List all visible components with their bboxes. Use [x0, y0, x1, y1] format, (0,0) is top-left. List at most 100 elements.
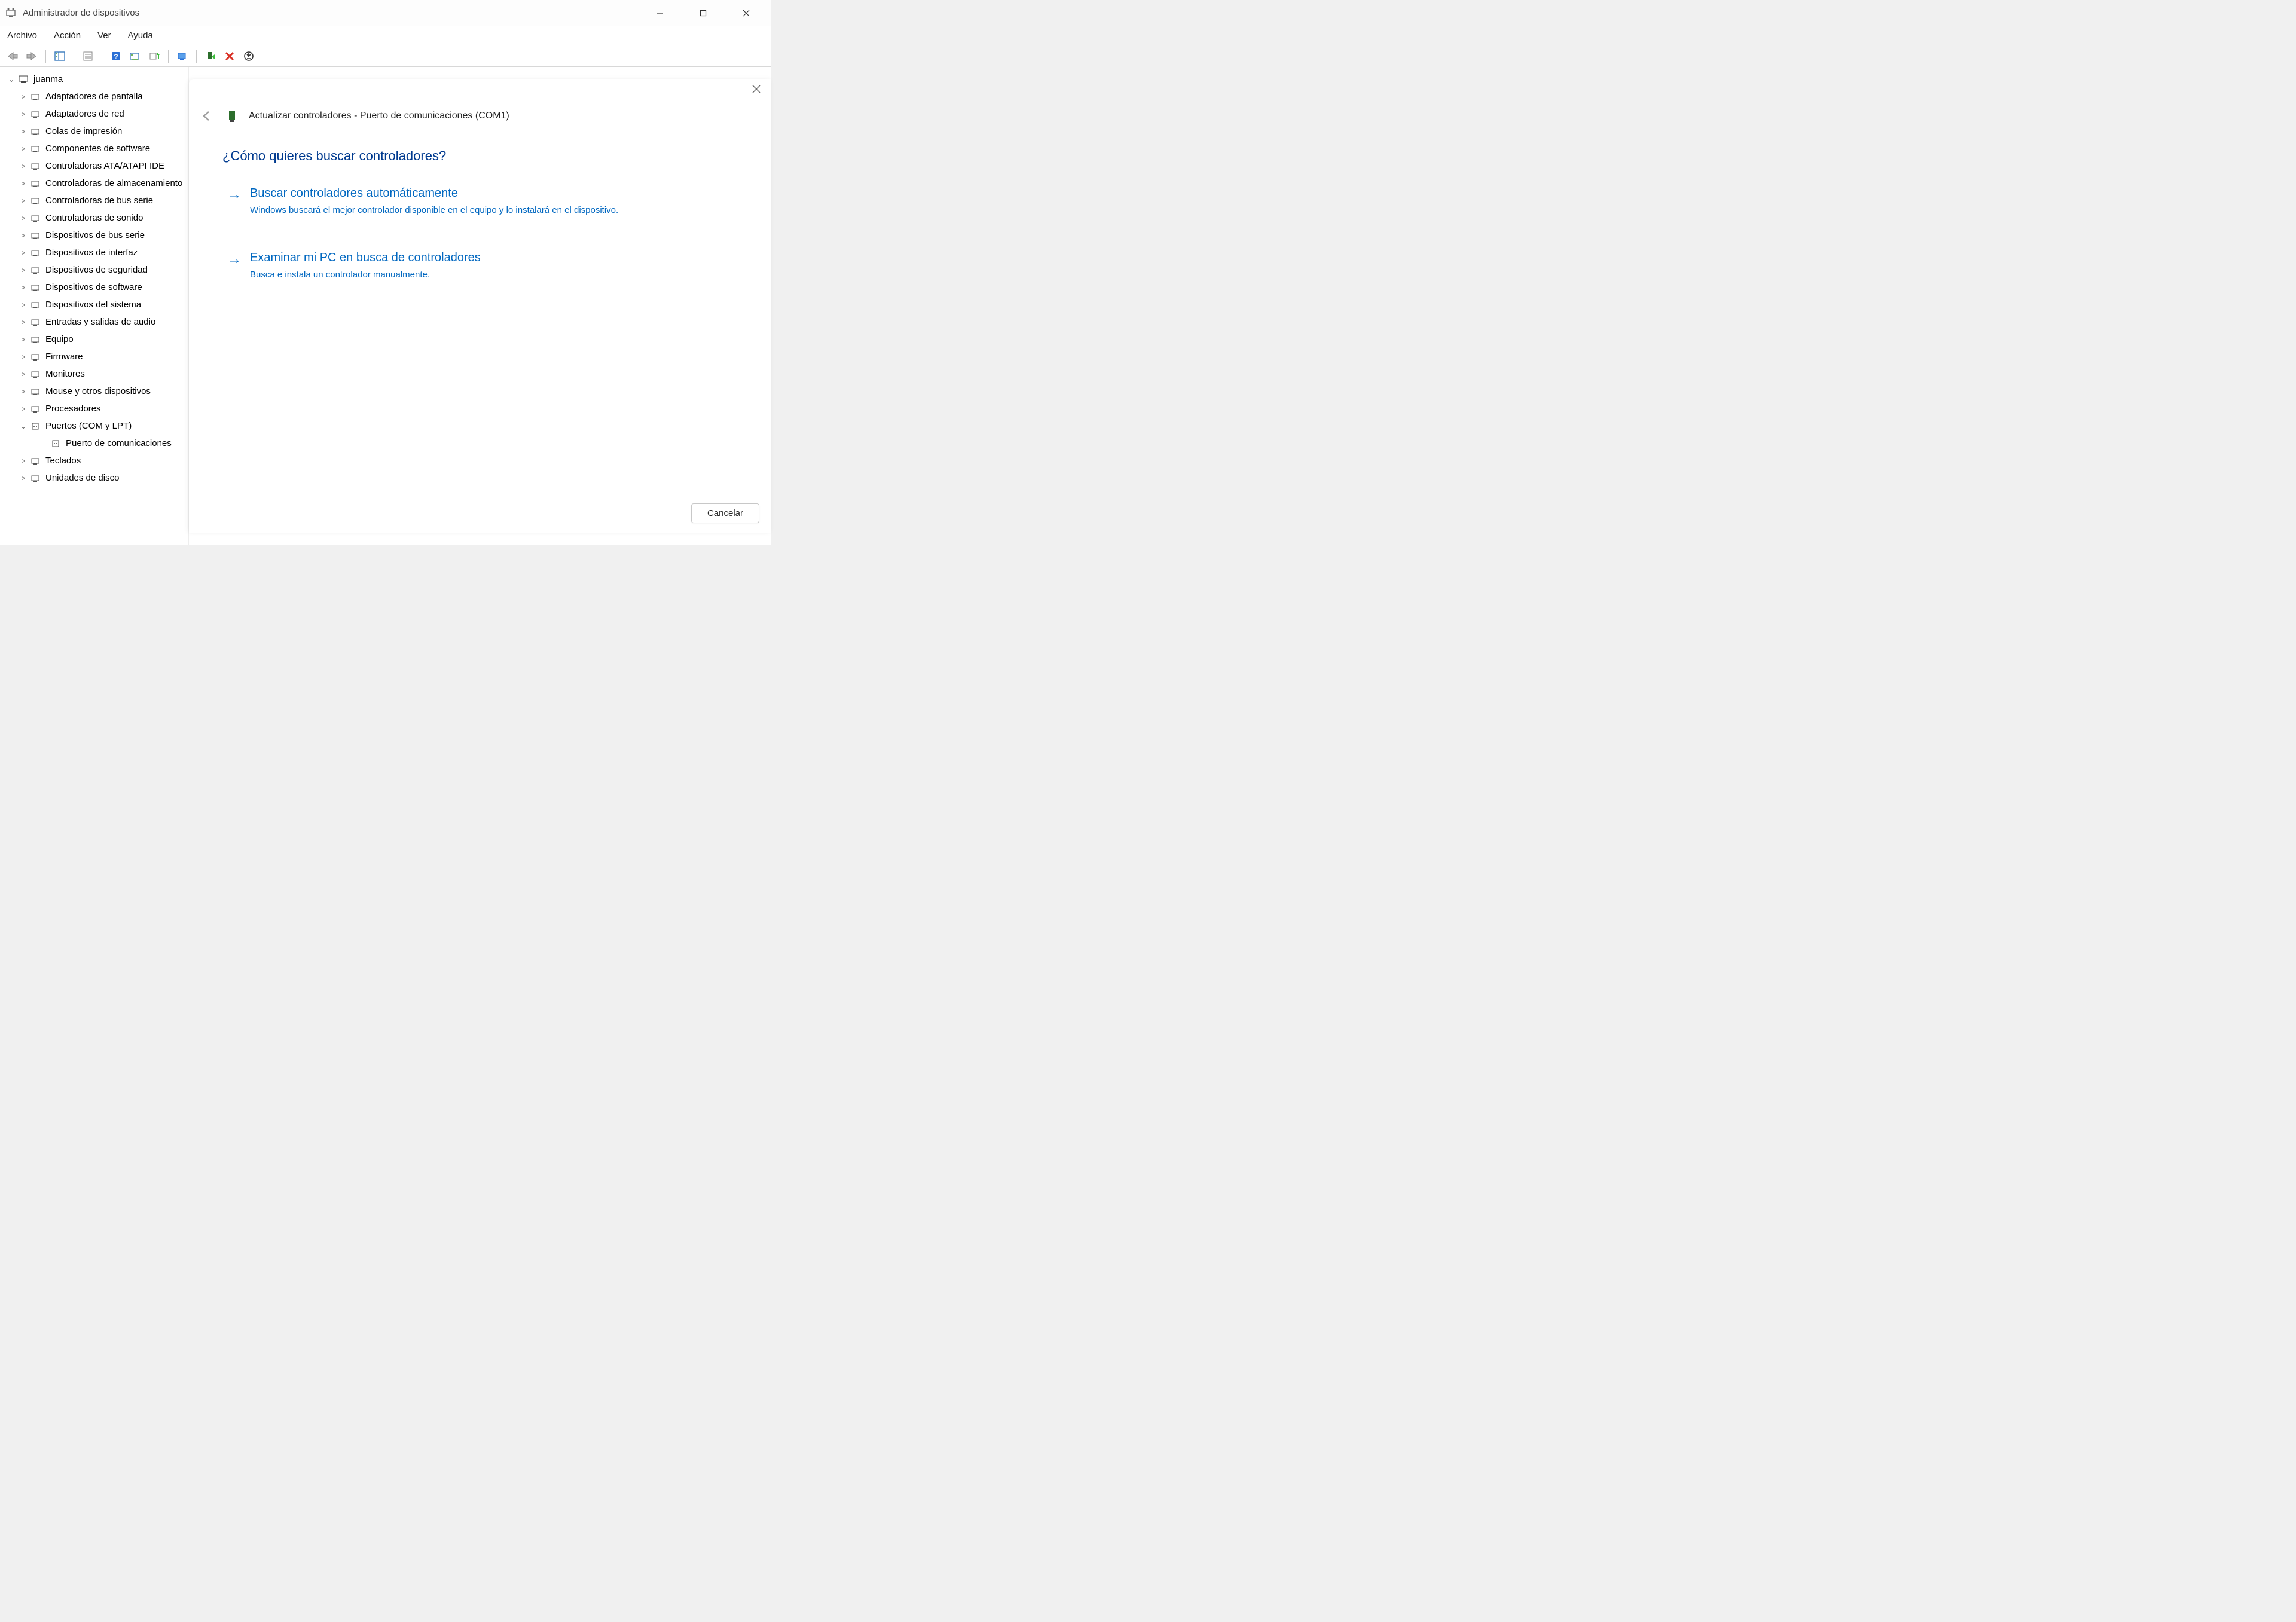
tree-item-label: Adaptadores de red [45, 109, 124, 119]
tree-item[interactable]: >Controladoras ATA/ATAPI IDE [4, 157, 188, 175]
tree-item[interactable]: > Controladoras de sonido [4, 209, 188, 227]
nav-back-button[interactable] [5, 48, 20, 64]
chevron-right-icon[interactable]: > [18, 179, 29, 188]
chevron-right-icon[interactable]: > [18, 214, 29, 222]
chevron-down-icon[interactable]: ⌄ [18, 422, 29, 430]
menu-ayuda[interactable]: Ayuda [128, 30, 153, 41]
menu-archivo[interactable]: Archivo [7, 30, 37, 41]
show-hide-tree-button[interactable] [52, 48, 68, 64]
tree-item-label: Mouse y otros dispositivos [45, 386, 151, 396]
chevron-right-icon[interactable]: > [18, 405, 29, 413]
install-driver-button[interactable] [203, 48, 218, 64]
tree-item-label: Puertos (COM y LPT) [45, 421, 132, 431]
update-driver-button[interactable] [146, 48, 162, 64]
option-title: Buscar controladores automáticamente [250, 187, 618, 200]
tree-item-label: Teclados [45, 456, 81, 466]
tree-item[interactable]: >Componentes de software [4, 140, 188, 157]
chevron-right-icon[interactable]: > [18, 93, 29, 101]
device-icon [226, 109, 238, 123]
tree-item[interactable]: >Adaptadores de pantalla [4, 88, 188, 105]
update-driver-dialog: Actualizar controladores - Puerto de com… [189, 79, 771, 533]
dialog-footer: Cancelar [691, 503, 759, 523]
tree-item[interactable]: > Teclados [4, 452, 188, 469]
option-description: Busca e instala un controlador manualmen… [250, 268, 481, 281]
chevron-right-icon[interactable]: > [18, 110, 29, 118]
chevron-right-icon[interactable]: > [18, 145, 29, 153]
chevron-right-icon[interactable]: > [18, 353, 29, 361]
dialog-back-button[interactable] [199, 108, 215, 124]
nav-forward-button[interactable] [24, 48, 39, 64]
chevron-right-icon[interactable]: > [18, 474, 29, 482]
enable-device-button[interactable] [175, 48, 190, 64]
chevron-right-icon[interactable]: > [18, 197, 29, 205]
minimize-button[interactable] [647, 4, 673, 22]
chevron-right-icon[interactable]: > [18, 301, 29, 309]
chevron-right-icon[interactable]: > [18, 162, 29, 170]
disable-device-button[interactable] [241, 48, 257, 64]
tree-item[interactable]: > Mouse y otros dispositivos [4, 383, 188, 400]
chevron-right-icon[interactable]: > [18, 370, 29, 378]
chevron-right-icon[interactable]: > [18, 249, 29, 257]
device-category-icon [29, 316, 42, 329]
device-tree[interactable]: ⌄ juanma >Adaptadores de pantalla>Adapta… [0, 67, 189, 545]
tree-item[interactable]: >Procesadores [4, 400, 188, 417]
toolbar: ? [0, 45, 771, 67]
device-category-icon [29, 350, 42, 364]
chevron-down-icon[interactable]: ⌄ [6, 75, 17, 84]
chevron-right-icon[interactable]: > [18, 318, 29, 326]
device-category-icon [29, 194, 42, 207]
option-search-automatically[interactable]: → Buscar controladores automáticamente W… [222, 187, 750, 216]
tree-item[interactable]: >Dispositivos de interfaz [4, 244, 188, 261]
tree-item[interactable]: >Monitores [4, 365, 188, 383]
tree-item-label: Controladoras de almacenamiento [45, 178, 182, 188]
device-category-icon [29, 368, 42, 381]
tree-item[interactable]: > Colas de impresión [4, 123, 188, 140]
cancel-button[interactable]: Cancelar [691, 503, 759, 523]
tree-item-port-child[interactable]: > Puerto de comunicaciones [4, 435, 188, 452]
menu-accion[interactable]: Acción [54, 30, 81, 41]
tree-item-label: Colas de impresión [45, 126, 122, 136]
tree-item[interactable]: > Adaptadores de red [4, 105, 188, 123]
tree-item[interactable]: >Dispositivos de software [4, 279, 188, 296]
chevron-right-icon[interactable]: > [18, 335, 29, 344]
menu-ver[interactable]: Ver [97, 30, 111, 41]
chevron-right-icon[interactable]: > [18, 127, 29, 136]
tree-item[interactable]: > Controladoras de almacenamiento [4, 175, 188, 192]
device-category-icon [29, 402, 42, 416]
tree-item[interactable]: >Equipo [4, 331, 188, 348]
tree-root-label: juanma [33, 74, 63, 84]
chevron-right-icon[interactable]: > [18, 231, 29, 240]
chevron-right-icon[interactable]: > [18, 266, 29, 274]
properties-button[interactable] [80, 48, 96, 64]
svg-text:?: ? [114, 53, 118, 61]
maximize-button[interactable] [690, 4, 716, 22]
tree-item[interactable]: >Dispositivos de bus serie [4, 227, 188, 244]
chevron-right-icon[interactable]: > [18, 283, 29, 292]
scan-hardware-button[interactable] [127, 48, 143, 64]
uninstall-device-button[interactable] [222, 48, 237, 64]
close-button[interactable] [733, 4, 759, 22]
chevron-right-icon[interactable]: > [18, 387, 29, 396]
dialog-close-button[interactable] [752, 85, 761, 93]
tree-item-label: Firmware [45, 352, 83, 362]
tree-item[interactable]: > Firmware [4, 348, 188, 365]
tree-item[interactable]: >Dispositivos de seguridad [4, 261, 188, 279]
tree-item[interactable]: >Dispositivos del sistema [4, 296, 188, 313]
computer-icon [17, 73, 30, 86]
device-category-icon [29, 264, 42, 277]
tree-root[interactable]: ⌄ juanma [4, 71, 188, 88]
tree-item-label: Controladoras de sonido [45, 213, 143, 223]
port-icon [29, 420, 42, 433]
tree-item[interactable]: >Controladoras de bus serie [4, 192, 188, 209]
tree-item-ports[interactable]: ⌄ Puertos (COM y LPT) [4, 417, 188, 435]
tree-item[interactable]: >Entradas y salidas de audio [4, 313, 188, 331]
option-description: Windows buscará el mejor controlador dis… [250, 204, 618, 216]
dialog-question: ¿Cómo quieres buscar controladores? [222, 148, 750, 164]
help-button[interactable]: ? [108, 48, 124, 64]
chevron-right-icon[interactable]: > [18, 457, 29, 465]
device-category-icon [29, 108, 42, 121]
option-browse-computer[interactable]: → Examinar mi PC en busca de controlador… [222, 251, 750, 281]
tree-item[interactable]: >Unidades de disco [4, 469, 188, 487]
app-icon [5, 7, 17, 19]
device-category-icon [29, 454, 42, 468]
